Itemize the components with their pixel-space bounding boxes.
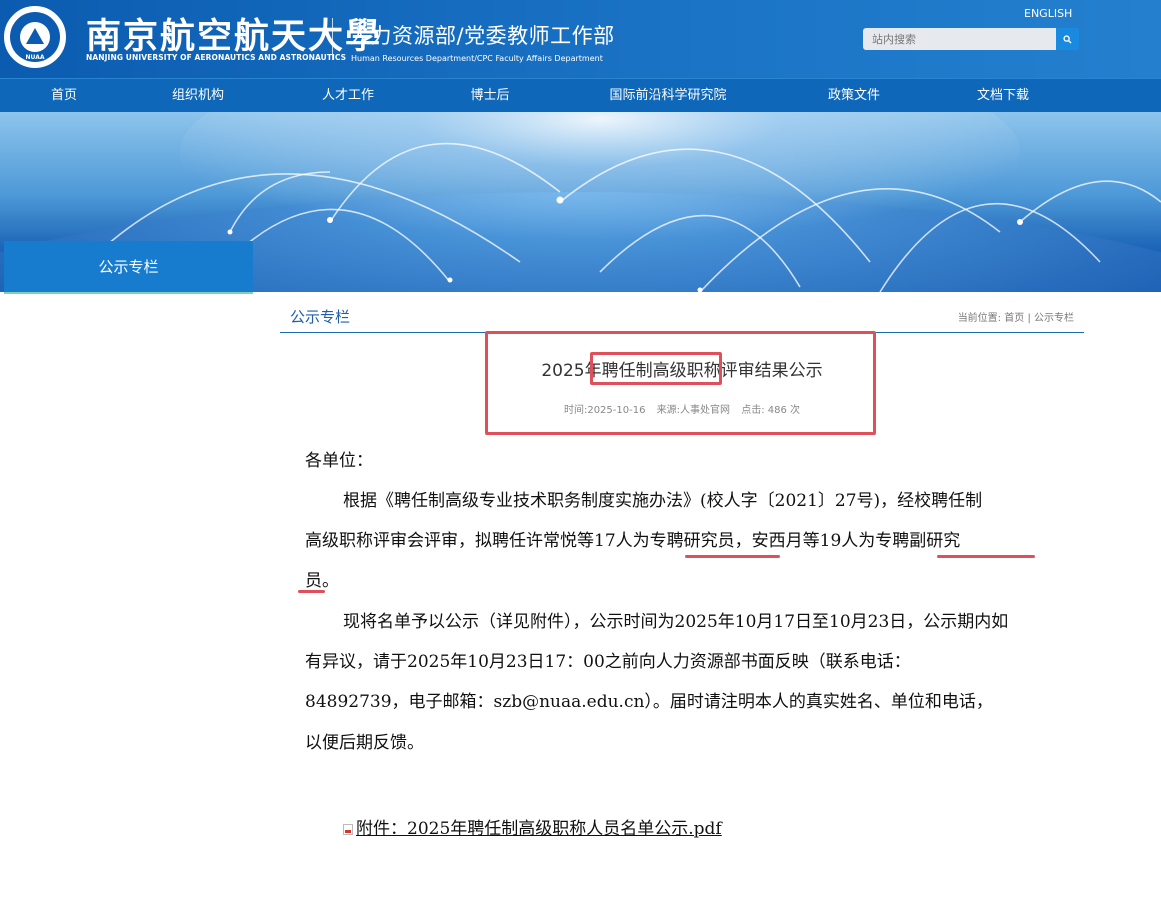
salutation: 各单位： (305, 451, 373, 471)
university-seal-icon[interactable]: NUAA (4, 6, 66, 68)
university-logo-en: NANJING UNIVERSITY OF AERONAUTICS AND AS… (86, 53, 347, 62)
paragraph-1-line-1: 根据《聘任制高级专业技术职务制度实施办法》(校人字〔2021〕27号)，经校聘任… (343, 491, 983, 511)
breadcrumb: 当前位置: 首页 | 公示专栏 (958, 309, 1074, 324)
logo-divider (332, 18, 333, 60)
department-title-cn: 人力资源部/党委教师工作部 (349, 24, 615, 48)
pdf-file-icon (343, 824, 353, 835)
breadcrumb-current-link[interactable]: 公示专栏 (1034, 313, 1074, 324)
section-title: 公示专栏 (290, 308, 351, 326)
university-logo-cn[interactable]: 南京航空航天大學 (86, 8, 382, 59)
nav-item-home[interactable]: 首页 (51, 79, 77, 113)
main-nav: 首页 组织机构 人才工作 博士后 国际前沿科学研究院 政策文件 文档下载 (0, 78, 1161, 112)
annotation-underline-associate-researcher (937, 555, 1035, 558)
seal-text: NUAA (25, 54, 45, 61)
annotation-box-keyword (590, 352, 722, 385)
english-link[interactable]: ENGLISH (1024, 7, 1072, 20)
nav-item-organization[interactable]: 组织机构 (172, 79, 224, 113)
nav-item-downloads[interactable]: 文档下载 (977, 79, 1029, 113)
paragraph-2-line-4: 以便后期反馈。 (305, 733, 424, 753)
sidebar-section-title[interactable]: 公示专栏 (4, 241, 253, 294)
site-header: NUAA 南京航空航天大學 NANJING UNIVERSITY OF AERO… (0, 0, 1161, 78)
search-icon (1063, 34, 1072, 44)
department-title-en: Human Resources Department/CPC Faculty A… (351, 54, 603, 63)
nav-item-postdoc[interactable]: 博士后 (470, 79, 509, 113)
annotation-underline-continued (298, 590, 325, 593)
paragraph-1-line-3: 员。 (305, 571, 339, 591)
nav-item-policy[interactable]: 政策文件 (828, 79, 880, 113)
breadcrumb-separator: | (1027, 313, 1031, 324)
paragraph-2-line-3: 84892739，电子邮箱：szb@nuaa.edu.cn）。届时请注明本人的真… (305, 692, 993, 712)
breadcrumb-home-link[interactable]: 首页 (1004, 313, 1024, 324)
content-header: 公示专栏 当前位置: 首页 | 公示专栏 (280, 297, 1084, 333)
paragraph-2-line-2: 有异议，请于2025年10月23日17：00之前向人力资源部书面反映（联系电话： (305, 652, 911, 672)
attachment-row: 附件：2025年聘任制高级职称人员名单公示.pdf (343, 814, 722, 839)
nav-item-institute[interactable]: 国际前沿科学研究院 (609, 79, 726, 113)
attachment-link[interactable]: 附件：2025年聘任制高级职称人员名单公示.pdf (356, 819, 722, 839)
paragraph-2-line-1: 现将名单予以公示（详见附件），公示时间为2025年10月17日至10月23日，公… (343, 612, 1009, 632)
annotation-underline-researcher (685, 555, 780, 558)
search-button[interactable] (1056, 28, 1079, 50)
site-search-input[interactable] (863, 28, 1056, 50)
breadcrumb-prefix: 当前位置: (957, 313, 1002, 324)
nav-item-talent[interactable]: 人才工作 (322, 79, 374, 113)
